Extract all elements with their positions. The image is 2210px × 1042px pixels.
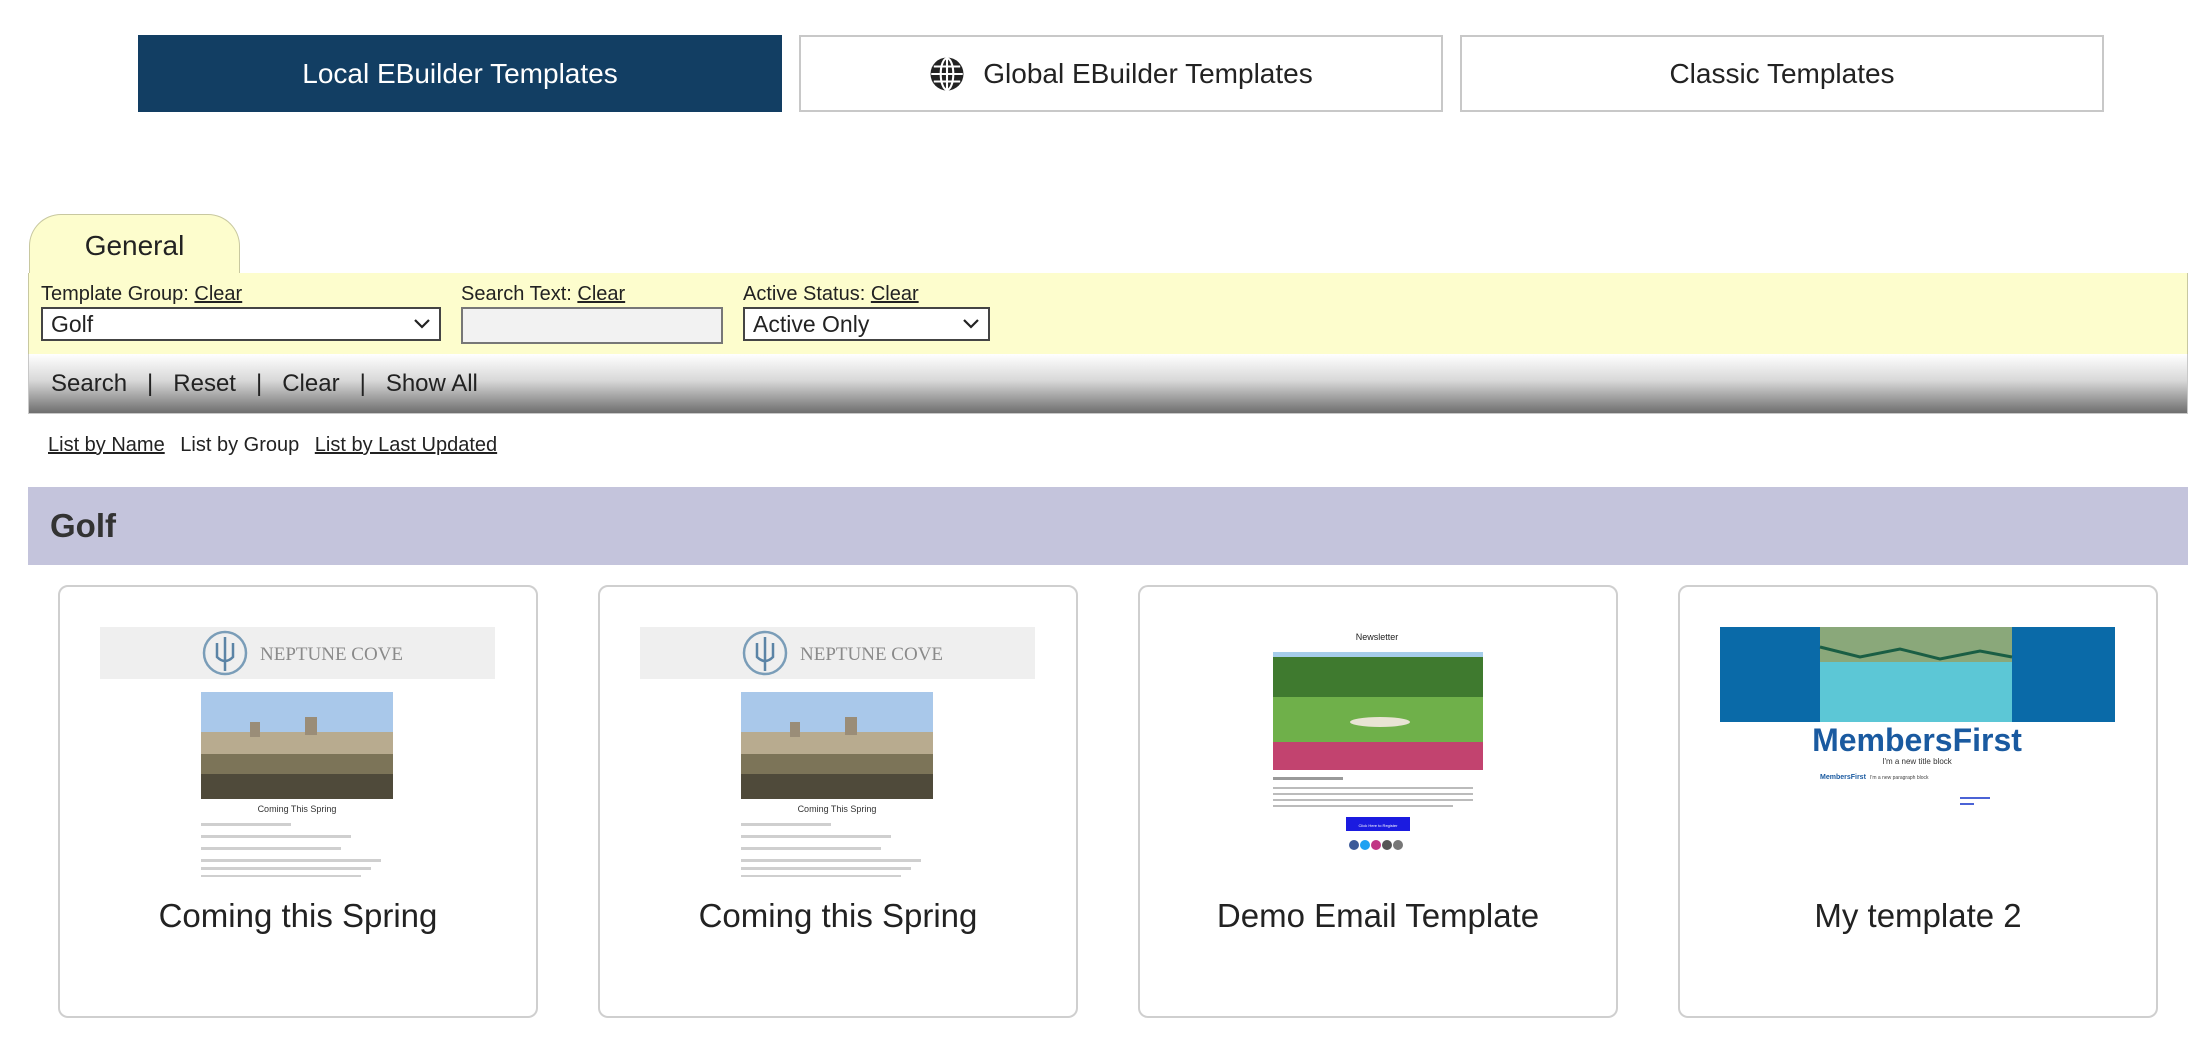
template-card[interactable]: NEPTUNE COVE Coming This Spring Coming t… <box>58 585 538 1018</box>
search-text-field: Search Text: Clear <box>461 283 625 306</box>
list-by-group-current: List by Group <box>180 434 300 456</box>
search-text-input[interactable] <box>461 307 723 344</box>
globe-icon <box>930 56 964 91</box>
template-group-value: Golf <box>51 310 94 337</box>
golf-course-photo <box>1273 652 1483 770</box>
filter-tab-general[interactable]: General <box>29 214 240 276</box>
template-source-tabs: Local EBuilder Templates Global EBuilder… <box>138 35 2104 112</box>
list-by-last-updated-link[interactable]: List by Last Updated <box>315 434 497 456</box>
active-status-clear-link[interactable]: Clear <box>871 283 919 305</box>
tab-global-ebuilder-templates[interactable]: Global EBuilder Templates <box>799 35 1443 112</box>
thumb-small-brand: MembersFirst <box>1820 774 1867 781</box>
list-by-name-link[interactable]: List by Name <box>48 434 165 456</box>
thumb-small-text: I'm a new paragraph block <box>1870 775 1929 781</box>
search-text-label: Search Text: <box>461 283 572 305</box>
thumb-logo-text: NEPTUNE COVE <box>260 644 403 665</box>
template-group-label: Template Group: <box>41 283 189 305</box>
chevron-down-icon <box>414 319 430 329</box>
tab-label: Local EBuilder Templates <box>302 57 618 89</box>
filter-panel: Template Group: Clear Golf Search Text: … <box>28 273 2188 354</box>
template-card[interactable]: NEPTUNE COVE Coming This Spring Coming t… <box>598 585 1078 1018</box>
template-thumbnail: NEPTUNE COVE Coming This Spring <box>640 627 1035 877</box>
separator: | <box>147 369 154 397</box>
clear-button[interactable]: Clear <box>282 370 339 398</box>
template-name: Coming this Spring <box>158 897 438 934</box>
castle-photo <box>201 692 393 799</box>
template-name: Demo Email Template <box>1216 897 1540 934</box>
active-status-field: Active Status: Clear <box>743 283 919 306</box>
template-group-select[interactable]: Golf <box>41 307 441 341</box>
thumb-heading: Newsletter <box>1356 632 1399 642</box>
active-status-label: Active Status: <box>743 283 866 305</box>
group-header: Golf <box>28 487 2188 565</box>
template-group-clear-link[interactable]: Clear <box>194 283 242 305</box>
active-status-select[interactable]: Active Only <box>743 307 990 341</box>
chevron-down-icon <box>963 319 979 329</box>
search-button[interactable]: Search <box>51 370 127 398</box>
tab-local-ebuilder-templates[interactable]: Local EBuilder Templates <box>138 35 782 112</box>
template-thumbnail: Newsletter Click Here to Register <box>1273 632 1483 850</box>
tab-classic-templates[interactable]: Classic Templates <box>1460 35 2104 112</box>
separator: | <box>255 369 263 397</box>
template-thumbnail: MembersFirst I'm a new title block Membe… <box>1720 627 2115 805</box>
filter-actions-bar: Search | Reset | Clear | Show All <box>28 354 2188 414</box>
template-card[interactable]: Newsletter Click Here to Register Demo E… <box>1138 585 1618 1018</box>
thumb-brand-logo: MembersFirst <box>1812 722 2022 758</box>
thumb-register-button: Click Here to Register <box>1359 823 1399 828</box>
search-text-clear-link[interactable]: Clear <box>577 283 625 305</box>
template-name: My template 2 <box>1814 897 2022 934</box>
list-options: List by Name List by Group List by Last … <box>48 434 497 457</box>
castle-photo <box>741 692 933 799</box>
thumb-tagline: I'm a new title block <box>1882 757 1953 766</box>
thumb-caption: Coming This Spring <box>258 804 337 814</box>
template-name: Coming this Spring <box>698 897 978 934</box>
pool-photo <box>1819 627 2013 722</box>
template-group-field: Template Group: Clear <box>41 283 242 306</box>
reset-button[interactable]: Reset <box>173 370 236 398</box>
active-status-value: Active Only <box>753 310 870 337</box>
template-card[interactable]: MembersFirst I'm a new title block Membe… <box>1678 585 2158 1018</box>
show-all-button[interactable]: Show All <box>386 370 478 398</box>
thumb-caption: Coming This Spring <box>798 804 877 814</box>
tab-label: Classic Templates <box>1669 57 1895 89</box>
social-icons <box>1349 840 1403 850</box>
tab-label: Global EBuilder Templates <box>983 57 1313 89</box>
group-title: Golf <box>50 507 116 544</box>
filter-tab-label: General <box>84 229 185 261</box>
thumb-logo-text: NEPTUNE COVE <box>800 644 943 665</box>
template-thumbnail: NEPTUNE COVE Coming This Spring <box>100 627 495 877</box>
separator: | <box>359 369 366 397</box>
